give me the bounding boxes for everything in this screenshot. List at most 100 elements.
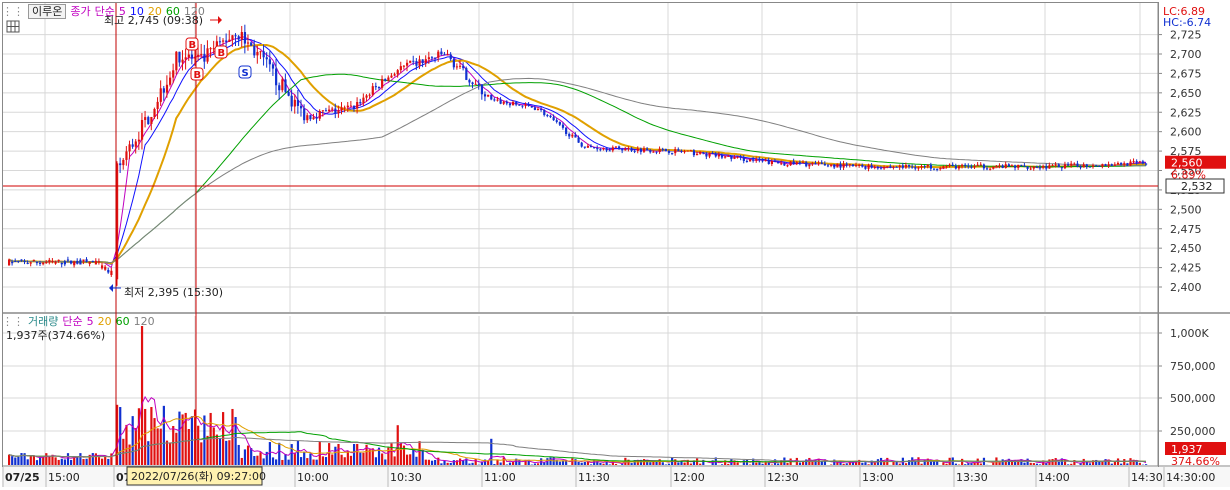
candle-body <box>649 150 651 152</box>
candle-body <box>481 84 483 94</box>
candle-body <box>955 166 957 169</box>
volume-bar <box>867 464 869 465</box>
ma-10[interactable]: 10 <box>130 5 144 18</box>
candle-body <box>786 165 788 166</box>
candle-body <box>281 79 283 90</box>
candle-body <box>284 79 286 91</box>
candle-body <box>581 143 583 147</box>
candle-body <box>577 137 579 142</box>
candle-body <box>484 94 486 96</box>
candle-body <box>1104 164 1106 166</box>
candle-body <box>930 165 932 169</box>
candle-body <box>471 82 473 84</box>
volume-bar <box>64 459 66 465</box>
candle-body <box>437 52 439 58</box>
volume-bar <box>440 463 442 465</box>
candle-body <box>447 54 449 55</box>
price-tick-label: 2,725 <box>1170 29 1202 42</box>
volume-bar <box>518 460 520 465</box>
candle-body <box>777 162 779 163</box>
stock-name-tab[interactable]: 이루온 <box>28 4 66 19</box>
vol-ma-120[interactable]: 120 <box>134 315 155 328</box>
candle-body <box>104 267 106 270</box>
candle-body <box>674 149 676 153</box>
candle-body <box>914 167 916 168</box>
time-tick-label: 14:30:00 <box>1166 471 1215 484</box>
volume-bar <box>1027 459 1029 465</box>
volume-bar <box>1067 464 1069 465</box>
candle-body <box>867 165 869 169</box>
candle-body <box>761 160 763 161</box>
candle-body <box>157 102 159 109</box>
volume-bar <box>1114 462 1116 465</box>
volume-bar <box>599 463 601 465</box>
volume-bar <box>662 462 664 465</box>
vol-ma-60[interactable]: 60 <box>116 315 130 328</box>
candle-body <box>964 165 966 166</box>
candle-body <box>222 40 224 41</box>
marker-label: S <box>242 68 249 79</box>
candle-body <box>443 54 445 55</box>
close-label[interactable]: 종가 <box>70 5 90 18</box>
candle-body <box>468 80 470 83</box>
candle-body <box>643 149 645 152</box>
candle-body <box>749 159 751 161</box>
candle-body <box>518 105 520 106</box>
candle-body <box>453 59 455 67</box>
candle-body <box>830 164 832 165</box>
volume-bar <box>375 457 377 465</box>
time-tick-label: 11:30 <box>578 471 610 484</box>
stock-chart[interactable]: 2,7252,7002,6752,6502,6252,6002,5752,550… <box>0 0 1230 487</box>
volume-bar <box>61 459 63 465</box>
volume-bar <box>278 443 280 465</box>
candle-body <box>1002 165 1004 168</box>
candle-body <box>256 52 258 55</box>
candle-body <box>64 261 66 264</box>
ma-5[interactable]: 5 <box>119 5 126 18</box>
time-tick-label: 13:00 <box>862 471 894 484</box>
candle-body <box>952 165 954 166</box>
price-tick-label: 2,475 <box>1170 223 1202 236</box>
candle-body <box>1095 165 1097 166</box>
candle-body <box>846 164 848 165</box>
volume-bar <box>400 443 402 465</box>
volume-bar <box>786 463 788 465</box>
candle-body <box>206 48 208 61</box>
volume-bar <box>406 455 408 465</box>
candle-body <box>995 166 997 167</box>
volume-bar <box>312 459 314 465</box>
price-tick-label: 2,500 <box>1170 203 1202 216</box>
candle-body <box>606 148 608 150</box>
volume-bar <box>892 462 894 465</box>
time-tick-label: 12:30 <box>767 471 799 484</box>
vol-ma-20[interactable]: 20 <box>98 315 112 328</box>
volume-ma-type[interactable]: 단순 <box>62 315 82 328</box>
candle-body <box>659 149 661 152</box>
candle-body <box>534 107 536 109</box>
ma-60[interactable]: 60 <box>166 5 180 18</box>
candle-body <box>1145 164 1147 165</box>
volume-bar <box>390 443 392 465</box>
ma-120[interactable]: 120 <box>184 5 205 18</box>
candle-body <box>1064 164 1066 168</box>
ma-20[interactable]: 20 <box>148 5 162 18</box>
vol-ma-5[interactable]: 5 <box>87 315 94 328</box>
time-tick-label: 07/25 <box>5 471 40 484</box>
candle-body <box>1030 169 1032 170</box>
volume-bar <box>122 439 124 465</box>
volume-label[interactable]: 거래량 <box>28 315 58 328</box>
volume-bar <box>82 459 84 465</box>
volume-bar <box>288 460 290 465</box>
candle-body <box>833 164 835 167</box>
candle-body <box>992 167 994 169</box>
volume-bar <box>132 416 134 465</box>
candle-body <box>210 48 212 49</box>
ma-type-label[interactable]: 단순 <box>95 5 115 18</box>
candle-body <box>259 51 261 52</box>
volume-bar <box>341 455 343 465</box>
candle-body <box>244 32 246 44</box>
candle-body <box>1061 167 1063 168</box>
candle-body <box>793 161 795 164</box>
low-annotation: 최저 2,395 (15:30) <box>124 286 223 299</box>
volume-bar <box>384 459 386 465</box>
